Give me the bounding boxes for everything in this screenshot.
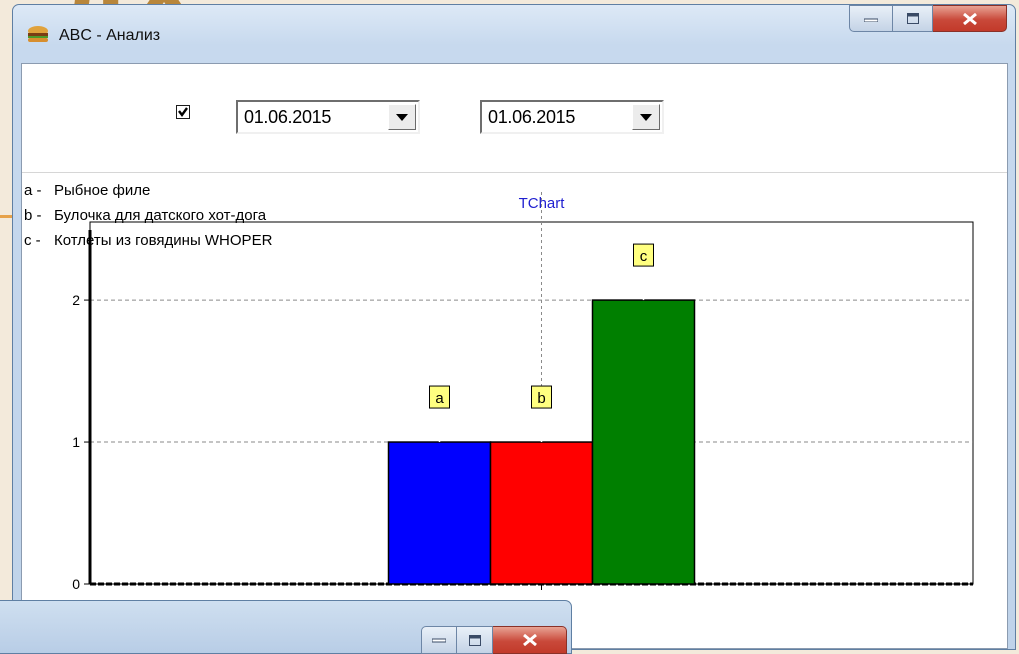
legend-key: b -	[24, 207, 42, 224]
maximize-button[interactable]	[893, 5, 933, 32]
y-tick-label: 2	[72, 292, 80, 308]
close-icon	[962, 12, 977, 25]
legend-label: Котлеты из говядины WHOPER	[54, 232, 273, 249]
bar-b	[489, 441, 594, 585]
date-to-dropdown-button[interactable]	[632, 104, 660, 130]
background-close-button[interactable]	[493, 626, 567, 654]
window-title: ABC - Анализ	[59, 27, 161, 44]
abc-analysis-window: ABC - Анализ 01.06.2015 01.06.2015 a - Р…	[12, 4, 1016, 650]
date-to-picker[interactable]: 01.06.2015	[480, 100, 664, 134]
background-maximize-button[interactable]	[457, 626, 493, 654]
minimize-icon	[432, 638, 446, 643]
date-from-value: 01.06.2015	[244, 107, 332, 127]
mark-label: c	[640, 248, 648, 265]
legend-item: b - Булочка для датского хот-дога	[24, 203, 272, 228]
filter-panel: 01.06.2015 01.06.2015	[22, 64, 1007, 173]
chart-area: a - Рыбное филе b - Булочка для датского х…	[22, 172, 1007, 648]
title-bar[interactable]: ABC - Анализ	[13, 5, 1015, 63]
mark-label: b	[537, 390, 545, 407]
client-area: 01.06.2015 01.06.2015 a - Рыбное филе b -…	[21, 63, 1008, 649]
y-tick-label: 0	[72, 576, 80, 592]
legend-key: c -	[24, 232, 41, 249]
legend-label: Рыбное филе	[54, 182, 151, 199]
legend-key: a -	[24, 182, 42, 199]
date-from-picker[interactable]: 01.06.2015	[236, 100, 420, 134]
minimize-button[interactable]	[849, 5, 893, 32]
chart-legend: a - Рыбное филе b - Булочка для датского х…	[24, 178, 272, 253]
date-to-value: 01.06.2015	[488, 107, 576, 127]
checkmark-icon	[178, 107, 188, 118]
bar-c	[591, 299, 696, 585]
background-caption-buttons	[421, 626, 567, 654]
background-minimize-button[interactable]	[421, 626, 457, 654]
legend-label: Булочка для датского хот-дога	[54, 207, 267, 224]
date-from-dropdown-button[interactable]	[388, 104, 416, 130]
period-checkbox[interactable]	[176, 105, 190, 119]
maximize-icon	[906, 13, 919, 24]
close-icon	[522, 634, 537, 646]
burger-icon	[28, 26, 48, 42]
chart-title: TChart	[519, 195, 566, 212]
chevron-down-icon	[396, 113, 408, 121]
caption-buttons	[849, 5, 1007, 33]
background-window	[0, 600, 572, 654]
chevron-down-icon	[640, 113, 652, 121]
close-button[interactable]	[933, 5, 1007, 32]
minimize-icon	[864, 18, 878, 22]
legend-item: c - Котлеты из говядины WHOPER	[24, 228, 272, 253]
y-tick-label: 1	[72, 434, 80, 450]
legend-item: a - Рыбное филе	[24, 178, 272, 203]
maximize-icon	[468, 634, 481, 646]
bar-a	[387, 441, 492, 585]
mark-label: a	[435, 390, 444, 407]
